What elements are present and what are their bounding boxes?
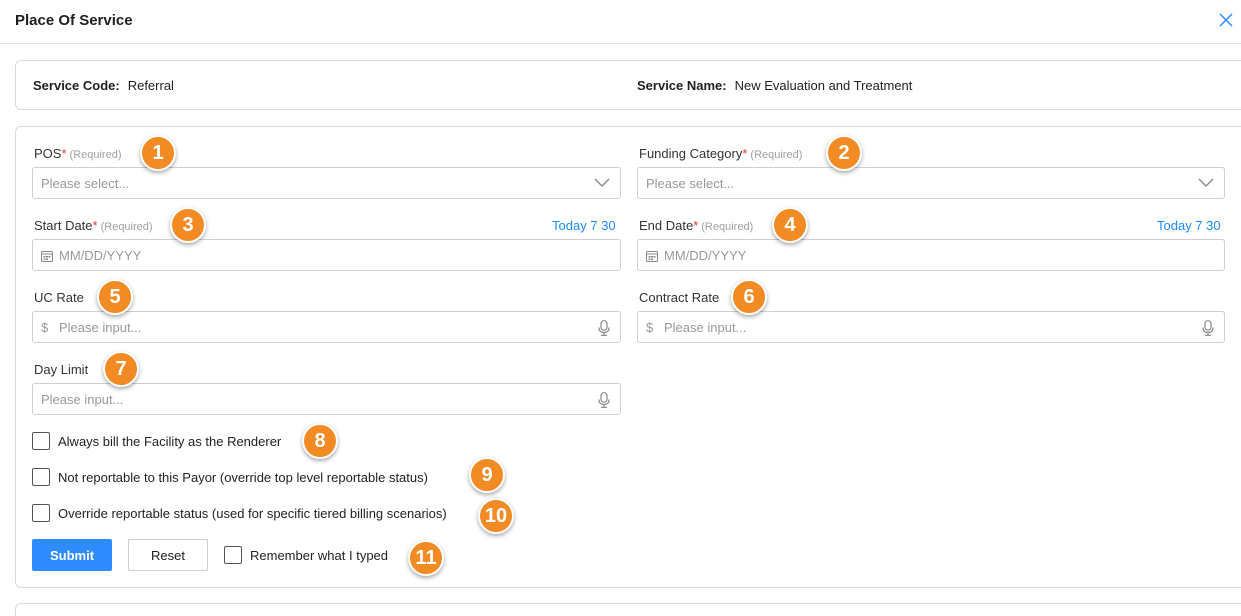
checkbox-box[interactable] xyxy=(32,504,50,522)
annotation-badge-5: 5 xyxy=(97,279,133,315)
service-name: Service Name: New Evaluation and Treatmen… xyxy=(637,78,912,93)
funding-category-select[interactable]: Please select... xyxy=(637,167,1225,199)
dialog-header: Place Of Service xyxy=(0,0,1241,44)
required-hint: (Required) xyxy=(69,149,122,161)
contract-rate-input[interactable]: $ Please input... xyxy=(637,311,1225,343)
contract-rate-label: Contract Rate xyxy=(639,290,720,305)
next-section-card xyxy=(15,603,1241,616)
funding-category-label: Funding Category* (Required) xyxy=(639,146,802,161)
not-reportable-label: Not reportable to this Payor (override t… xyxy=(58,469,428,485)
day-limit-label: Day Limit xyxy=(34,362,89,377)
microphone-icon[interactable] xyxy=(598,320,610,336)
annotation-badge-8: 8 xyxy=(302,423,338,459)
dollar-prefix: $ xyxy=(41,320,49,335)
always-bill-facility-checkbox[interactable]: Always bill the Facility as the Renderer xyxy=(32,431,281,451)
end-date-today-link[interactable]: Today 7 30 xyxy=(1157,218,1221,233)
annotation-badge-4: 4 xyxy=(772,207,808,243)
close-icon[interactable] xyxy=(1217,11,1235,29)
override-reportable-checkbox[interactable]: Override reportable status (used for spe… xyxy=(32,503,447,523)
pos-label: POS* (Required) xyxy=(34,146,122,161)
end-date-label: End Date* (Required) xyxy=(639,218,753,233)
contract-rate-placeholder: Please input... xyxy=(664,320,747,335)
required-mark: * xyxy=(92,218,98,233)
annotation-badge-9: 9 xyxy=(469,457,505,493)
service-name-value: New Evaluation and Treatment xyxy=(734,78,913,93)
annotation-badge-1: 1 xyxy=(140,135,176,171)
service-name-label: Service Name: xyxy=(637,78,727,93)
service-code-value: Referral xyxy=(127,78,174,93)
calendar-icon xyxy=(41,251,53,262)
start-date-today-link[interactable]: Today 7 30 xyxy=(552,218,616,233)
chevron-down-icon xyxy=(594,178,610,187)
day-limit-input[interactable]: Please input... xyxy=(32,383,621,415)
reset-button[interactable]: Reset xyxy=(128,539,208,571)
start-date-placeholder: MM/DD/YYYY xyxy=(59,248,142,263)
day-limit-placeholder: Please input... xyxy=(41,392,124,407)
microphone-icon[interactable] xyxy=(598,392,610,408)
annotation-badge-10: 10 xyxy=(478,498,514,534)
pos-select[interactable]: Please select... xyxy=(32,167,621,199)
service-info-card: Service Code: Referral Service Name: New E… xyxy=(15,60,1241,110)
annotation-badge-11: 11 xyxy=(408,540,444,576)
dollar-prefix: $ xyxy=(646,320,654,335)
microphone-icon[interactable] xyxy=(1202,320,1214,336)
remember-typed-label: Remember what I typed xyxy=(250,547,389,563)
checkbox-box[interactable] xyxy=(224,546,242,564)
end-date-input[interactable]: MM/DD/YYYY xyxy=(637,239,1225,271)
required-hint: (Required) xyxy=(100,221,153,233)
calendar-icon xyxy=(646,251,658,262)
uc-rate-input[interactable]: $ Please input... xyxy=(32,311,621,343)
not-reportable-checkbox[interactable]: Not reportable to this Payor (override t… xyxy=(32,467,428,487)
annotation-badge-3: 3 xyxy=(170,207,206,243)
service-code: Service Code: Referral xyxy=(33,78,174,93)
funding-category-label-text: Funding Category xyxy=(639,146,743,161)
remember-typed-checkbox[interactable]: Remember what I typed xyxy=(224,545,388,565)
annotation-badge-7: 7 xyxy=(103,351,139,387)
uc-rate-label: UC Rate xyxy=(34,290,84,305)
end-date-label-text: End Date xyxy=(639,218,694,233)
submit-button[interactable]: Submit xyxy=(32,539,112,571)
start-date-label: Start Date* (Required) xyxy=(34,218,153,233)
service-code-label: Service Code: xyxy=(33,78,120,93)
required-hint: (Required) xyxy=(701,221,754,233)
required-hint: (Required) xyxy=(750,149,803,161)
funding-category-placeholder: Please select... xyxy=(646,176,735,191)
checkbox-box[interactable] xyxy=(32,468,50,486)
required-mark: * xyxy=(61,146,67,161)
pos-placeholder: Please select... xyxy=(41,176,130,191)
dialog-title: Place Of Service xyxy=(15,12,133,29)
override-reportable-label: Override reportable status (used for spe… xyxy=(58,505,447,521)
start-date-input[interactable]: MM/DD/YYYY xyxy=(32,239,621,271)
pos-label-text: POS xyxy=(34,146,62,161)
always-bill-facility-label: Always bill the Facility as the Renderer xyxy=(58,433,282,449)
checkbox-box[interactable] xyxy=(32,432,50,450)
required-mark: * xyxy=(693,218,699,233)
end-date-placeholder: MM/DD/YYYY xyxy=(664,248,747,263)
chevron-down-icon xyxy=(1198,178,1214,187)
required-mark: * xyxy=(742,146,748,161)
annotation-badge-2: 2 xyxy=(826,135,862,171)
annotation-badge-6: 6 xyxy=(731,279,767,315)
uc-rate-placeholder: Please input... xyxy=(59,320,142,335)
start-date-label-text: Start Date xyxy=(34,218,93,233)
